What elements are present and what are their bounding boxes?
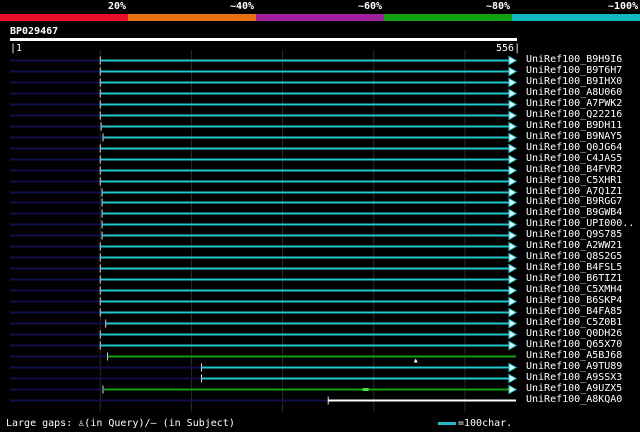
hit-label[interactable]: UniRef100_Q0JG64 [526, 142, 622, 153]
hit-label[interactable]: UniRef100_Q8S2G5 [526, 251, 622, 262]
in-query-label: (in Query)/ [84, 418, 151, 429]
hit-label[interactable]: UniRef100_B9T6H7 [526, 65, 622, 76]
hit-label[interactable]: UniRef100_A9UZX5 [526, 383, 622, 394]
hit-label[interactable]: UniRef100_B9IHX0 [526, 76, 622, 87]
hit-arrow-icon [508, 143, 518, 154]
hit-label[interactable]: UniRef100_A7Q1Z1 [526, 186, 622, 197]
hit-arrow-icon [508, 132, 518, 143]
hit-label[interactable]: UniRef100_A8U060 [526, 87, 622, 98]
hit-label[interactable]: UniRef100_A9SSX3 [526, 372, 622, 383]
hit-arrow-icon [508, 274, 518, 285]
large-gaps-label: Large gaps: [6, 418, 73, 429]
hit-label[interactable]: UniRef100_B9NAY5 [526, 131, 622, 142]
hit-label[interactable]: UniRef100_B9GWB4 [526, 207, 622, 218]
hit-arrow-icon [508, 263, 518, 274]
scale-label: =100char. [458, 418, 513, 429]
hit-label[interactable]: UniRef100_A2WW21 [526, 240, 622, 251]
hit-label[interactable]: UniRef100_B9H9I6 [526, 54, 622, 65]
scale-line-icon [438, 421, 456, 425]
hit-label[interactable]: UniRef100_B6TIZ1 [526, 273, 622, 284]
hit-label[interactable]: UniRef100_B4FSL5 [526, 262, 622, 273]
hit-label[interactable]: UniRef100_B6SKP4 [526, 295, 622, 306]
hit-label[interactable]: UniRef100_A5BJ68 [526, 350, 622, 361]
hit-arrow-icon [508, 208, 518, 219]
hit-arrow-icon [508, 318, 518, 329]
hit-label[interactable]: UniRef100_B4FA85 [526, 306, 622, 317]
hit-label[interactable]: UniRef100_Q0DH26 [526, 328, 622, 339]
hit-arrow-icon [508, 88, 518, 99]
hit-arrow-icon [508, 99, 518, 110]
hit-arrow-icon [508, 219, 518, 230]
hit-arrow-icon [508, 110, 518, 121]
hit-arrow-icon [508, 187, 518, 198]
scale-legend: =100char. [438, 418, 512, 429]
subject-gap-marker [362, 388, 369, 391]
hit-arrow-icon [508, 373, 518, 384]
hit-arrow-icon [508, 252, 518, 263]
large-gaps-legend: Large gaps: ♙(in Query)/– (in Subject) [6, 418, 235, 429]
hit-label[interactable]: UniRef100_A7PWK2 [526, 98, 622, 109]
hit-label[interactable]: UniRef100_B9RGG7 [526, 196, 622, 207]
hit-label[interactable]: UniRef100_C5XHR1 [526, 175, 622, 186]
hit-arrow-icon [508, 285, 518, 296]
hit-arrow-icon [508, 165, 518, 176]
in-subject-label: (in Subject) [162, 418, 235, 429]
hit-label[interactable]: UniRef100_Q65X70 [526, 339, 622, 350]
hit-arrow-icon [508, 241, 518, 252]
hit-arrow-icon [508, 77, 518, 88]
hit-label[interactable]: UniRef100_UPI000.. [526, 218, 634, 229]
hit-arrow-icon [508, 307, 518, 318]
hit-arrow-icon [508, 55, 518, 66]
hit-label[interactable]: UniRef100_A9TU89 [526, 361, 622, 372]
hit-arrow-icon [508, 66, 518, 77]
subject-gap-icon: – [150, 418, 157, 429]
hit-arrow-icon [508, 197, 518, 208]
hit-arrow-icon [508, 230, 518, 241]
hit-arrow-icon [508, 362, 518, 373]
hit-label[interactable]: UniRef100_C5XMH4 [526, 284, 622, 295]
hit-arrow-icon [508, 176, 518, 187]
hit-arrow-icon [508, 384, 518, 395]
hit-label[interactable]: UniRef100_Q9S785 [526, 229, 622, 240]
hit-arrow-icon [508, 296, 518, 307]
hit-label[interactable]: UniRef100_B9DH11 [526, 120, 622, 131]
hit-label[interactable]: UniRef100_B4FVR2 [526, 164, 622, 175]
hit-label[interactable]: UniRef100_Q22216 [526, 109, 622, 120]
query-gap-icon [413, 358, 418, 363]
hit-arrow-icon [508, 329, 518, 340]
hit-label[interactable]: UniRef100_C4JAS5 [526, 153, 622, 164]
hit-label[interactable]: UniRef100_A8KQA0 [526, 394, 622, 405]
hit-arrow-icon [508, 154, 518, 165]
hit-arrow-icon [508, 121, 518, 132]
hit-label[interactable]: UniRef100_C5Z0B1 [526, 317, 622, 328]
hit-arrow-icon [508, 340, 518, 351]
